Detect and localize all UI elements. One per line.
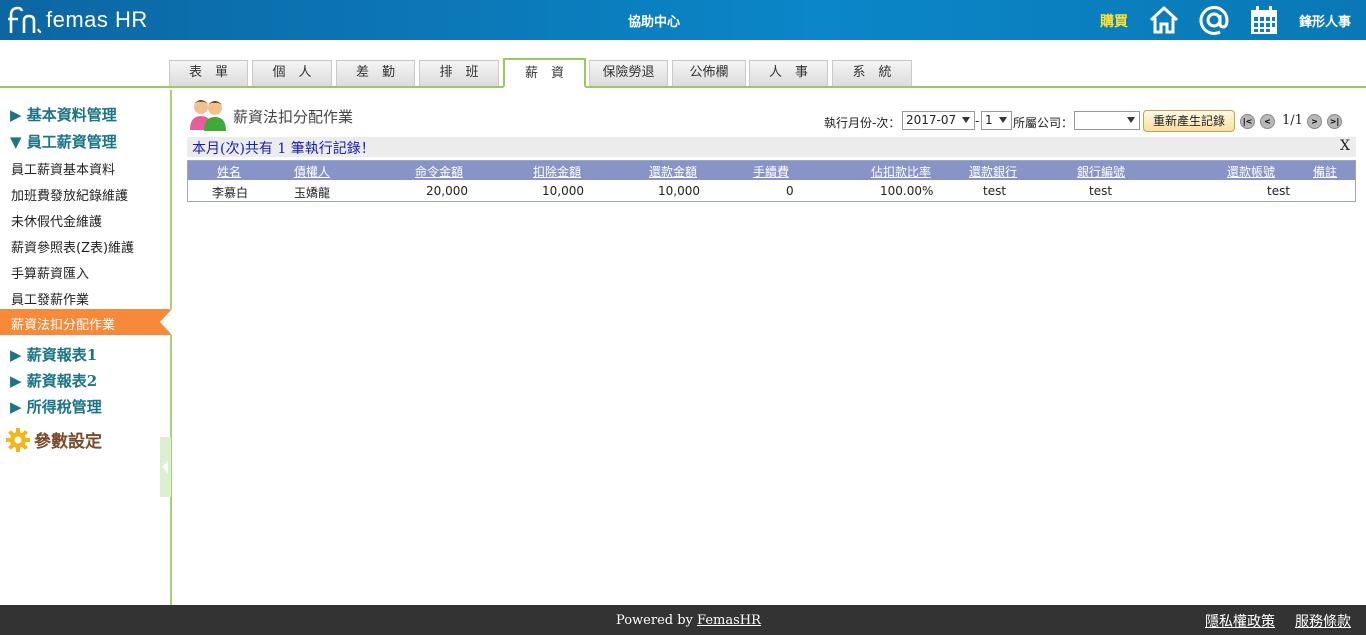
purchase-link[interactable]: 購買 [1100,11,1128,31]
at-icon[interactable] [1198,4,1230,36]
month-run-label: 執行月份-次： [824,116,901,130]
prev-page-button[interactable]: < [1260,114,1275,129]
sidebar: ▶ 基本資料管理 ▼ 員工薪資管理 員工薪資基本資料 加班費發放紀錄維護 未休假… [0,90,172,605]
sidebar-item-salary-basic-data[interactable]: 員工薪資基本資料 [11,159,115,178]
cell-repayment-amount: 10,000 [658,184,700,198]
tab-system[interactable]: 系 統 [832,60,912,86]
tab-bulletin[interactable]: 公佈欄 [672,60,746,86]
sidebar-group-report1[interactable]: ▶ 薪資報表1 [10,344,97,365]
chevron-down-icon [962,117,970,123]
users-icon [190,100,226,131]
table-header: 姓名 債權人 命令金額 扣除金額 還款金額 手續費 佔扣款比率 還款銀行 銀行編… [188,161,1355,180]
femas-logo-icon [8,6,42,33]
powered-by-prefix: Powered by [616,613,698,628]
column-header-name[interactable]: 姓名 [217,163,241,180]
cell-creditor: 玉嬌龍 [294,186,331,200]
tab-forms[interactable]: 表 單 [169,60,248,86]
company-label: 所屬公司： [1013,116,1074,130]
cell-fee: 0 [786,184,794,198]
close-icon[interactable]: X [1340,138,1350,154]
tab-scheduling[interactable]: 排 班 [419,60,499,86]
company-select[interactable] [1074,111,1140,130]
sidebar-collapse-handle[interactable] [160,437,171,497]
gear-icon [6,427,30,452]
active-indicator-notch [160,309,172,335]
month-select-value: 2017-07 [906,113,957,127]
help-center-link[interactable]: 協助中心 [628,11,680,30]
page-indicator: 1/1 [1282,113,1303,128]
column-header-creditor[interactable]: 債權人 [294,163,330,180]
notice-bar: 本月(次)共有 1 筆執行記錄！ X [187,137,1356,157]
column-header-fee[interactable]: 手續費 [753,163,789,180]
column-header-bank-code[interactable]: 銀行編號 [1077,163,1125,180]
logo-text: femas HR [46,7,148,32]
sidebar-item-label: 薪資法扣分配作業 [11,318,116,333]
parameter-settings[interactable]: 參數設定 [6,427,102,452]
sidebar-item-garnishment-allocation[interactable]: 薪資法扣分配作業 [0,309,172,335]
tab-salary[interactable]: 薪 資 [503,58,586,88]
cell-bank-code: test [1089,184,1113,198]
column-header-repayment-bank[interactable]: 還款銀行 [969,163,1017,180]
cell-repayment-bank: test [983,184,1007,198]
column-header-deduction-ratio[interactable]: 佔扣款比率 [871,163,931,180]
month-select[interactable]: 2017-07 [902,111,975,130]
sidebar-item-salary-reference-table[interactable]: 薪資參照表(Z表)維護 [11,237,134,256]
column-header-repayment-account[interactable]: 還款帳號 [1227,163,1275,180]
sidebar-item-overtime-records[interactable]: 加班費發放紀錄維護 [11,185,128,204]
chevron-left-icon [162,460,169,474]
powered-by: Powered by FemasHR [616,613,761,628]
sidebar-group-salary-management[interactable]: ▼ 員工薪資管理 [10,131,117,152]
tab-hr[interactable]: 人 事 [749,60,828,86]
home-icon[interactable] [1148,4,1180,36]
tab-personal[interactable]: 個 人 [252,60,332,86]
next-page-button[interactable]: > [1307,114,1322,129]
page-title: 薪資法扣分配作業 [233,108,354,126]
garnishment-table: 姓名 債權人 命令金額 扣除金額 還款金額 手續費 佔扣款比率 還款銀行 銀行編… [187,160,1356,202]
column-header-order-amount[interactable]: 命令金額 [415,163,463,180]
femashr-link[interactable]: FemasHR [697,613,761,628]
top-header: femas HR 協助中心 購買 鋒形人事 [0,0,1366,40]
sidebar-group-income-tax[interactable]: ▶ 所得稅管理 [10,396,102,417]
chevron-down-icon [1127,117,1135,123]
femas-logo[interactable]: femas HR [8,5,148,35]
last-page-button[interactable]: >| [1327,114,1342,129]
calendar-icon[interactable] [1248,4,1280,36]
footer: Powered by FemasHR 隱私權政策 服務條款 [0,605,1366,635]
dash-separator: - [975,114,980,128]
notice-message: 本月(次)共有 1 筆執行記錄！ [192,141,375,157]
company-name: 鋒形人事 [1299,15,1352,30]
cell-name: 李慕白 [212,186,249,200]
tab-attendance[interactable]: 差 勤 [336,60,415,86]
tab-insurance-pension[interactable]: 保險勞退 [589,60,668,86]
cell-order-amount: 20,000 [426,184,468,198]
regenerate-records-button[interactable]: 重新產生記錄 [1143,110,1235,132]
terms-of-service-link[interactable]: 服務條款 [1295,611,1351,631]
sidebar-group-report2[interactable]: ▶ 薪資報表2 [10,370,97,391]
sidebar-group-basic-data[interactable]: ▶ 基本資料管理 [10,104,117,125]
parameter-settings-label: 參數設定 [34,432,102,452]
run-number-value: 1 [985,113,993,127]
first-page-button[interactable]: |< [1240,114,1255,129]
chevron-down-icon [999,117,1007,123]
sidebar-item-manual-salary-import[interactable]: 手算薪資匯入 [11,263,89,282]
cell-repayment-account: test [1267,184,1291,198]
run-number-select[interactable]: 1 [981,111,1012,130]
cell-deduction-ratio: 100.00% [880,184,934,198]
module-tab-bar: 表 單 個 人 差 勤 排 班 薪 資 保險勞退 公佈欄 人 事 系 統 [0,40,1366,88]
sidebar-item-payroll-run[interactable]: 員工發薪作業 [11,289,89,308]
privacy-policy-link[interactable]: 隱私權政策 [1205,611,1275,631]
column-header-repayment-amount[interactable]: 還款金額 [649,163,697,180]
column-header-deduction-amount[interactable]: 扣除金額 [533,163,581,180]
column-header-remarks[interactable]: 備註 [1313,163,1337,180]
cell-deduction-amount: 10,000 [542,184,584,198]
sidebar-item-unused-leave-pay[interactable]: 未休假代金維護 [11,211,102,230]
